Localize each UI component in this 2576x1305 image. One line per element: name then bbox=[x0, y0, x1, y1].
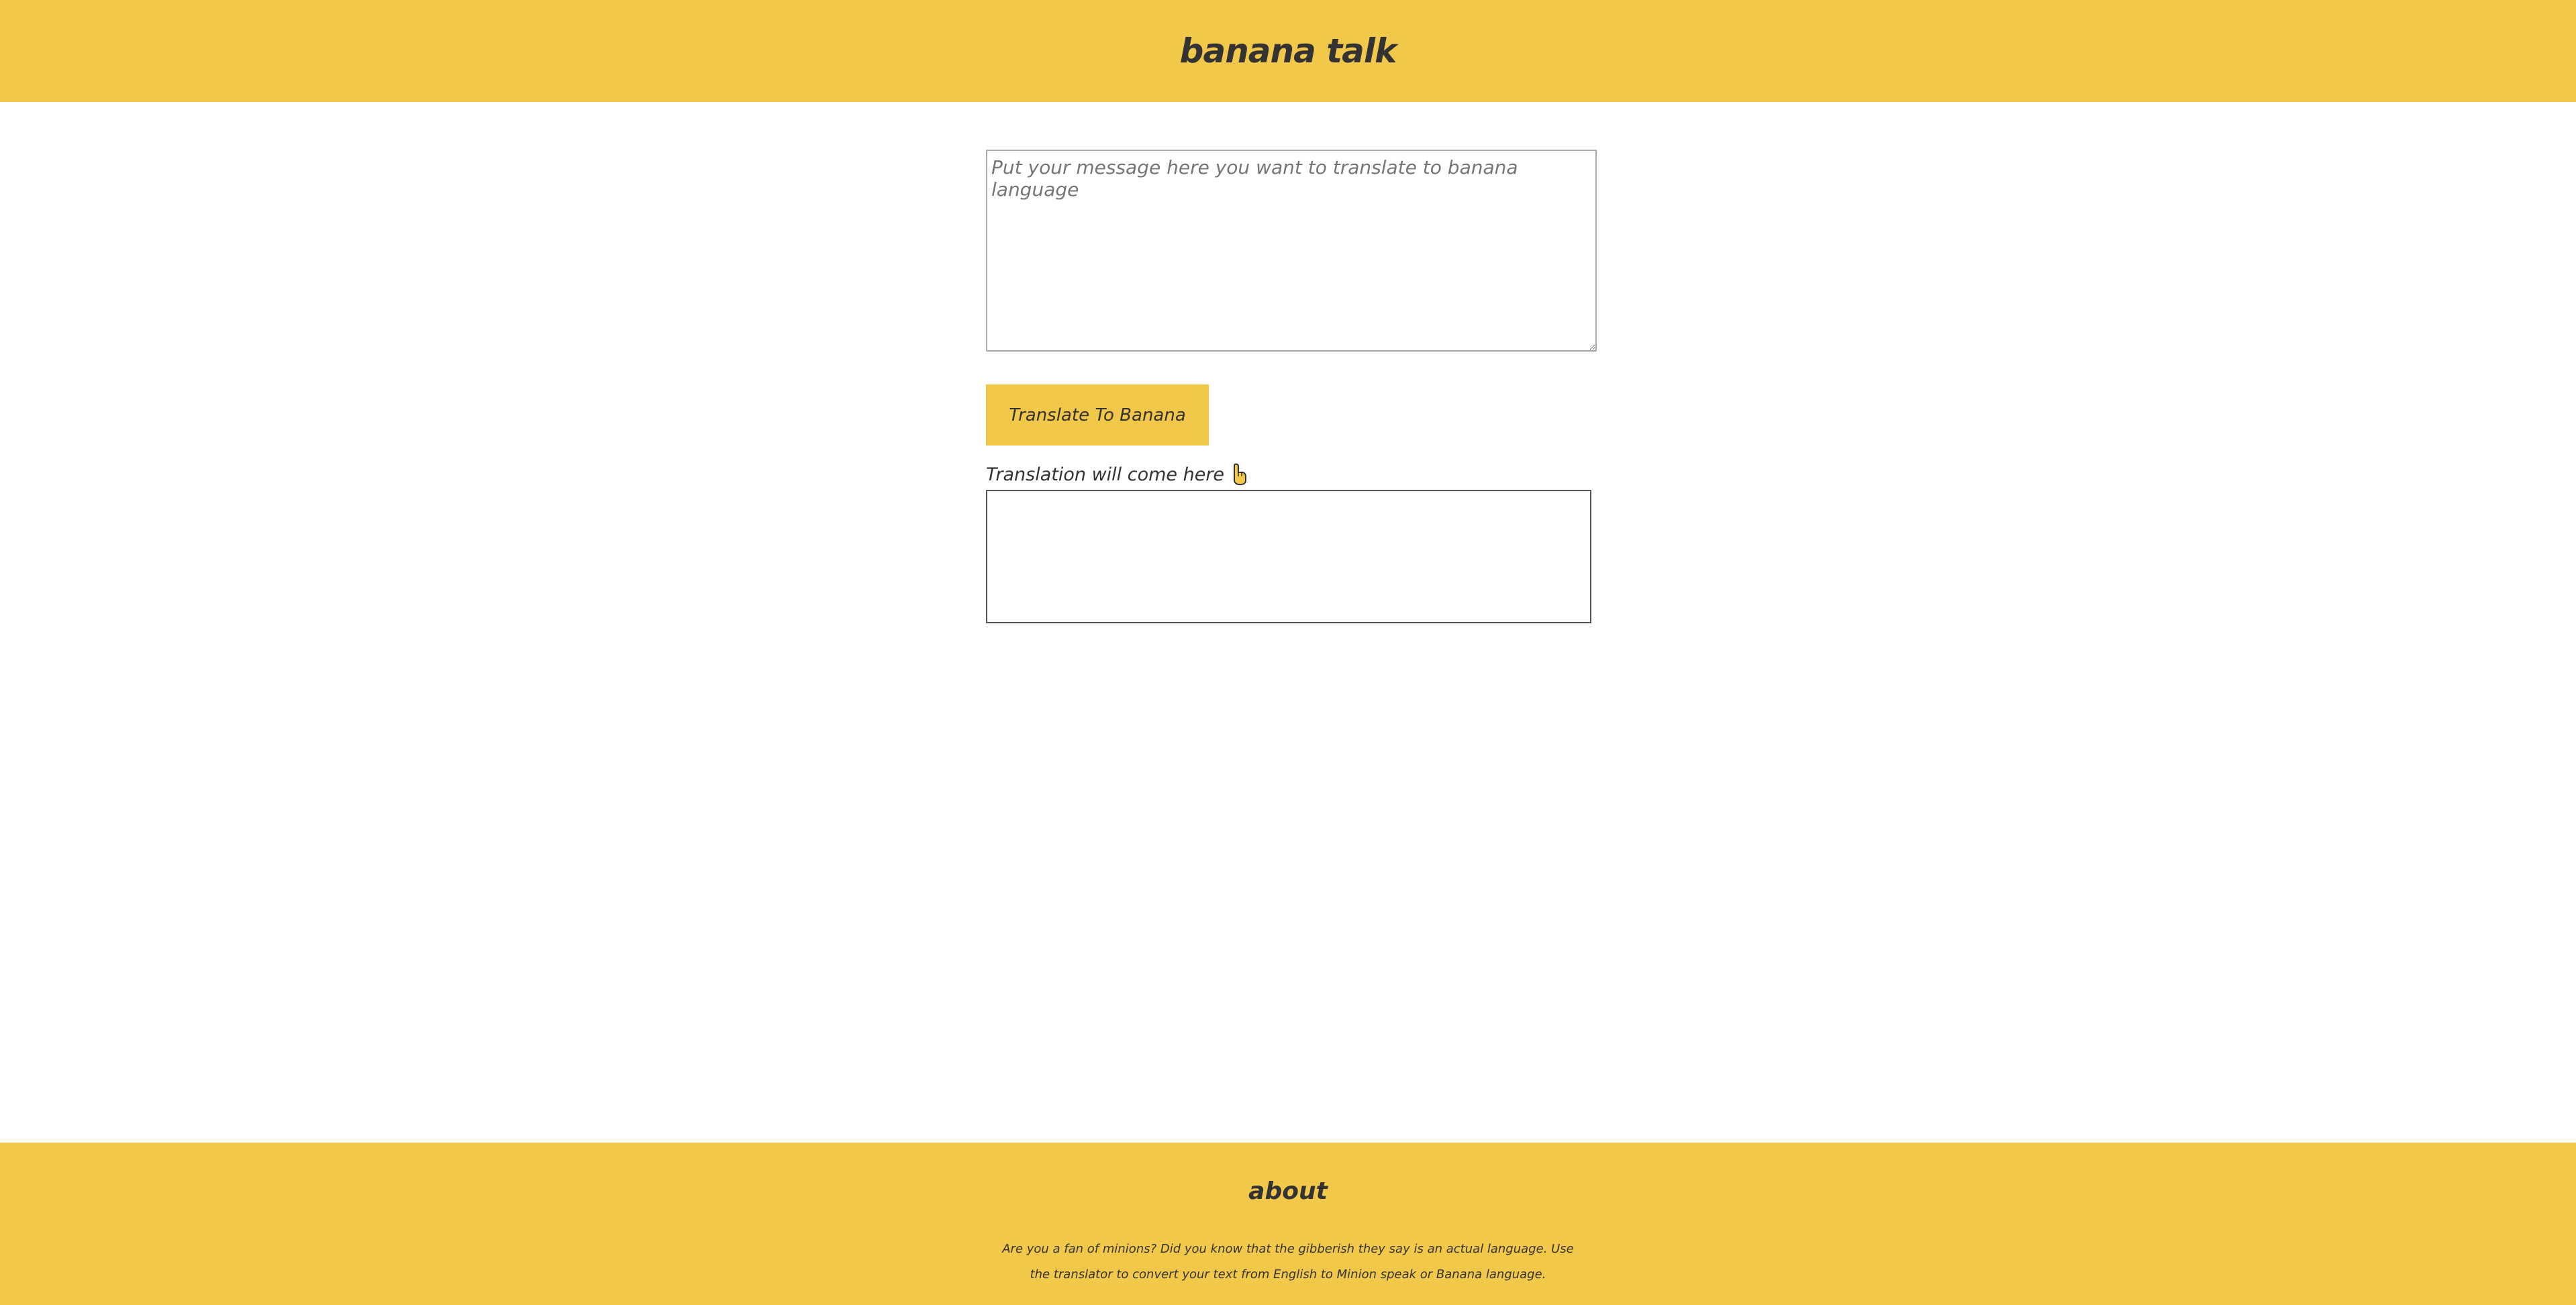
site-header: banana talk bbox=[0, 0, 2576, 102]
page-title: banana talk bbox=[1179, 32, 1397, 70]
translate-button[interactable]: Translate To Banana bbox=[986, 384, 1209, 446]
output-label: Translation will come here bbox=[986, 464, 1225, 485]
message-input[interactable] bbox=[986, 150, 1597, 352]
site-footer: about Are you a fan of minions? Did you … bbox=[0, 1143, 2576, 1305]
footer-heading: about bbox=[1248, 1178, 1328, 1205]
translation-output bbox=[986, 490, 1591, 623]
pointing-hand-down-icon bbox=[1231, 463, 1248, 486]
footer-description: Are you a fan of minions? Did you know t… bbox=[1002, 1242, 1574, 1282]
output-label-row: Translation will come here bbox=[986, 460, 1248, 488]
